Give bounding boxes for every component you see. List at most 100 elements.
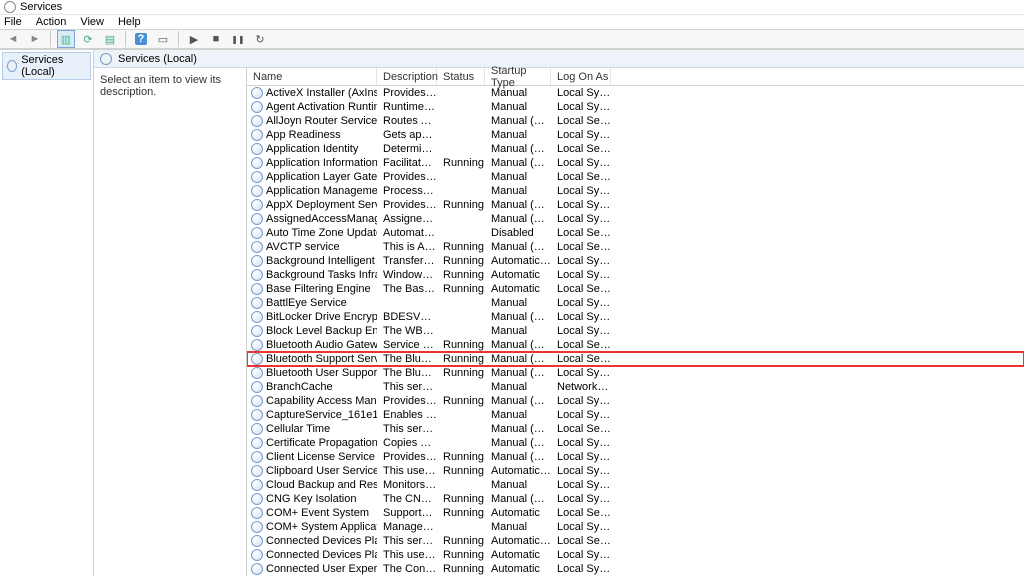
service-row[interactable]: BranchCacheThis service ...ManualNetwork… (247, 380, 1024, 394)
stop-service-button[interactable] (207, 30, 225, 48)
service-icon (251, 129, 263, 141)
service-description: Enables opti... (377, 409, 437, 421)
service-row[interactable]: Base Filtering EngineThe Base Fil...Runn… (247, 282, 1024, 296)
service-row[interactable]: AssignedAccessManager Se...AssignedAc...… (247, 212, 1024, 226)
service-icon (251, 157, 263, 169)
back-button[interactable] (4, 30, 22, 48)
service-description: The Connec... (377, 563, 437, 575)
service-row[interactable]: Bluetooth User Support Ser...The Bluetoo… (247, 366, 1024, 380)
tree-root-item[interactable]: Services (Local) (2, 52, 91, 80)
service-row[interactable]: Background Intelligent Tran...Transfers … (247, 254, 1024, 268)
restart-service-button[interactable] (251, 30, 269, 48)
service-status: Running (437, 157, 485, 169)
service-row[interactable]: Agent Activation Runtime_...Runtime for.… (247, 100, 1024, 114)
service-row[interactable]: Application IdentityDetermines ...Manual… (247, 142, 1024, 156)
service-startup: Disabled (485, 227, 551, 239)
service-name: AllJoyn Router Service (247, 115, 377, 127)
show-tree-button[interactable] (57, 30, 75, 48)
export-button[interactable] (101, 30, 119, 48)
service-name: Clipboard User Service_161e... (247, 465, 377, 477)
tree-pane: Services (Local) (0, 50, 94, 576)
service-startup: Manual (Trig... (485, 157, 551, 169)
service-logon: Local Service (551, 535, 611, 547)
pause-service-button[interactable] (229, 30, 247, 48)
service-row[interactable]: ActiveX Installer (AxInstSV)Provides Us.… (247, 86, 1024, 100)
service-description: Service sup... (377, 339, 437, 351)
service-icon (251, 241, 263, 253)
service-row[interactable]: BitLocker Drive Encryption ...BDESVC hos… (247, 310, 1024, 324)
service-row[interactable]: Cellular TimeThis service ...Manual (Tri… (247, 422, 1024, 436)
service-logon: Local Syste... (551, 311, 611, 323)
service-row[interactable]: Block Level Backup Engine ...The WBENG..… (247, 324, 1024, 338)
service-logon: Local Syste... (551, 325, 611, 337)
service-row[interactable]: Client License Service (ClipS...Provides… (247, 450, 1024, 464)
service-row[interactable]: COM+ System ApplicationManages th...Manu… (247, 520, 1024, 534)
service-startup: Manual (485, 381, 551, 393)
service-logon: Local Service (551, 353, 611, 365)
service-logon: Local Service (551, 241, 611, 253)
col-startup[interactable]: Startup Type (485, 68, 551, 85)
service-name: Application Management (247, 185, 377, 197)
properties-button[interactable]: ▭ (154, 30, 172, 48)
service-row[interactable]: CNG Key IsolationThe CNG ke...RunningMan… (247, 492, 1024, 506)
service-row[interactable]: Background Tasks Infrastruc...Windows in… (247, 268, 1024, 282)
service-row[interactable]: AllJoyn Router ServiceRoutes AllJo...Man… (247, 114, 1024, 128)
service-icon (251, 325, 263, 337)
service-row[interactable]: Application InformationFacilitates t...R… (247, 156, 1024, 170)
service-row[interactable]: Connected Devices Platfor...This user se… (247, 548, 1024, 562)
refresh-button[interactable] (79, 30, 97, 48)
service-name: Bluetooth Audio Gateway S... (247, 339, 377, 351)
service-startup: Manual (Trig... (485, 115, 551, 127)
service-row[interactable]: Clipboard User Service_161e...This user … (247, 464, 1024, 478)
service-icon (251, 465, 263, 477)
menu-action[interactable]: Action (36, 16, 67, 28)
service-row[interactable]: Bluetooth Audio Gateway S...Service sup.… (247, 338, 1024, 352)
service-status: Running (437, 507, 485, 519)
col-status[interactable]: Status (437, 68, 485, 85)
title-bar: Services (0, 0, 1024, 15)
service-row[interactable]: Connected User Experience...The Connec..… (247, 562, 1024, 576)
service-row[interactable]: Bluetooth Support ServiceThe Bluetoo...R… (247, 352, 1024, 366)
menu-help[interactable]: Help (118, 16, 141, 28)
service-icon (251, 563, 263, 575)
service-icon (251, 101, 263, 113)
service-row[interactable]: Application ManagementProcesses in...Man… (247, 184, 1024, 198)
service-description: Facilitates t... (377, 157, 437, 169)
col-description[interactable]: Description (377, 68, 437, 85)
forward-button[interactable] (26, 30, 44, 48)
app-icon (4, 1, 16, 13)
service-logon: Local Syste... (551, 87, 611, 99)
service-row[interactable]: AppX Deployment Service (...Provides inf… (247, 198, 1024, 212)
service-row[interactable]: Connected Devices Platfor...This service… (247, 534, 1024, 548)
service-icon (251, 339, 263, 351)
service-startup: Manual (Trig... (485, 367, 551, 379)
service-row[interactable]: Capability Access Manager ...Provides fa… (247, 394, 1024, 408)
service-startup: Manual (485, 479, 551, 491)
service-row[interactable]: Certificate PropagationCopies user ...Ma… (247, 436, 1024, 450)
service-logon: Local Service (551, 339, 611, 351)
service-row[interactable]: BattlEye ServiceManualLocal Syste... (247, 296, 1024, 310)
service-description: Automatica... (377, 227, 437, 239)
service-description: This user ser... (377, 549, 437, 561)
start-service-button[interactable] (185, 30, 203, 48)
menu-view[interactable]: View (80, 16, 104, 28)
service-row[interactable]: Cloud Backup and Restore ...Monitors th.… (247, 478, 1024, 492)
col-name[interactable]: Name (247, 68, 377, 85)
service-icon (251, 451, 263, 463)
service-row[interactable]: Application Layer Gateway ...Provides su… (247, 170, 1024, 184)
service-row[interactable]: App ReadinessGets apps re...ManualLocal … (247, 128, 1024, 142)
service-row[interactable]: AVCTP serviceThis is Audi...RunningManua… (247, 240, 1024, 254)
col-logon[interactable]: Log On As (551, 68, 611, 85)
menu-file[interactable]: File (4, 16, 22, 28)
service-status: Running (437, 255, 485, 267)
service-logon: Local Syste... (551, 101, 611, 113)
service-name: Application Identity (247, 143, 377, 155)
service-name: Cellular Time (247, 423, 377, 435)
service-row[interactable]: Auto Time Zone UpdaterAutomatica...Disab… (247, 226, 1024, 240)
service-icon (251, 535, 263, 547)
service-startup: Manual (485, 521, 551, 533)
help-button[interactable] (132, 30, 150, 48)
service-row[interactable]: CaptureService_161e1cEnables opti...Manu… (247, 408, 1024, 422)
service-row[interactable]: COM+ Event SystemSupports Sy...RunningAu… (247, 506, 1024, 520)
service-name: CaptureService_161e1c (247, 409, 377, 421)
